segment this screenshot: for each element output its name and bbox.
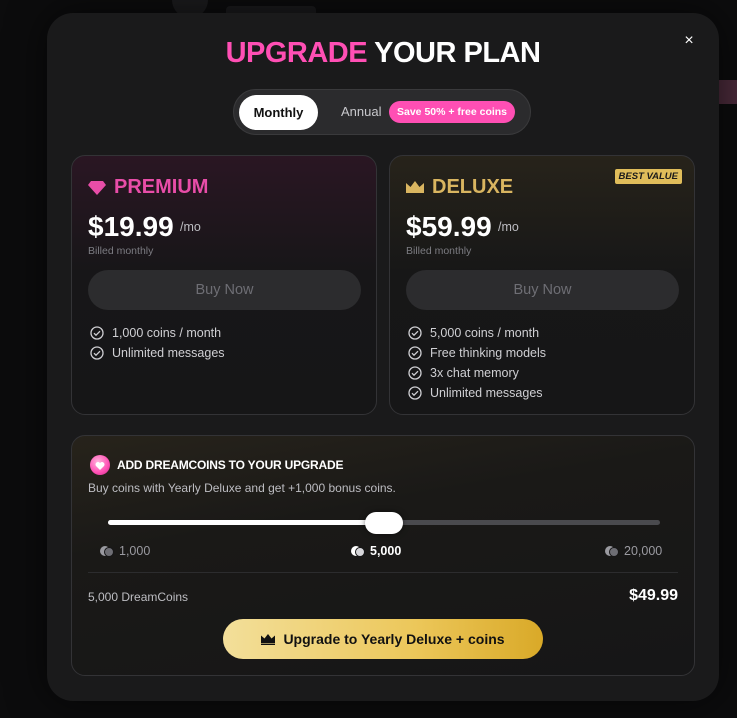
modal-title: UPGRADE YOUR PLAN	[47, 37, 719, 70]
feature-item: Free thinking models	[408, 343, 546, 363]
addon-heading-text: ADD DREAMCOINS TO YOUR UPGRADE	[117, 458, 344, 472]
coins-icon	[605, 546, 619, 557]
selected-coins-price: $49.99	[629, 587, 678, 604]
plan-card-deluxe: BEST VALUE DELUXE $59.99 /mo Billed mont…	[389, 155, 695, 415]
feature-item: Unlimited messages	[90, 343, 225, 363]
feature-item: 1,000 coins / month	[90, 323, 225, 343]
gem-icon	[88, 180, 106, 195]
coin-option-label: 20,000	[624, 544, 663, 558]
feature-text: Unlimited messages	[430, 386, 543, 400]
buy-now-button[interactable]: Buy Now	[406, 270, 679, 310]
heart-coin-icon	[90, 455, 110, 475]
billing-note: Billed monthly	[88, 245, 154, 257]
plan-price: $19.99	[88, 211, 174, 242]
best-value-badge: BEST VALUE	[614, 169, 682, 184]
coins-slider-fill	[108, 520, 384, 525]
plan-period: /mo	[180, 220, 201, 234]
check-circle-icon	[408, 346, 422, 360]
feature-list: 5,000 coins / month Free thinking models…	[408, 323, 546, 403]
buy-now-button[interactable]: Buy Now	[88, 270, 361, 310]
coin-option-20000[interactable]: 20,000	[604, 544, 662, 558]
coin-option-label: 5,000	[370, 544, 402, 558]
annual-save-badge[interactable]: Save 50% + free coins	[389, 101, 516, 123]
feature-list: 1,000 coins / month Unlimited messages	[90, 323, 225, 363]
feature-text: Free thinking models	[430, 346, 547, 360]
addon-heading: ADD DREAMCOINS TO YOUR UPGRADE	[90, 455, 343, 475]
feature-item: 3x chat memory	[408, 363, 546, 383]
divider	[88, 572, 678, 573]
selected-coins-label: 5,000 DreamCoins	[88, 590, 189, 604]
monthly-toggle-button[interactable]: Monthly	[239, 95, 318, 130]
feature-item: Unlimited messages	[408, 383, 546, 403]
upgrade-button-label: Upgrade to Yearly Deluxe + coins	[283, 631, 505, 647]
coins-icon	[100, 546, 114, 557]
crown-icon	[406, 180, 424, 193]
feature-text: 1,000 coins / month	[112, 326, 222, 340]
coins-slider-thumb[interactable]	[365, 512, 403, 534]
upgrade-yearly-deluxe-button[interactable]: Upgrade to Yearly Deluxe + coins	[223, 619, 543, 659]
billing-toggle: Monthly Annual Save 50% + free coins	[233, 89, 531, 135]
feature-text: 3x chat memory	[430, 366, 519, 380]
billing-note: Billed monthly	[406, 245, 472, 257]
plan-name-text: PREMIUM	[114, 176, 209, 198]
coins-icon	[351, 546, 365, 557]
check-circle-icon	[408, 386, 422, 400]
coin-option-5000[interactable]: 5,000	[350, 544, 401, 558]
plan-name-text: DELUXE	[432, 176, 514, 198]
upgrade-modal: × UPGRADE YOUR PLAN Monthly Annual Save …	[47, 13, 719, 701]
coin-option-1000[interactable]: 1,000	[99, 544, 150, 558]
crown-icon	[261, 633, 276, 645]
check-circle-icon	[408, 326, 422, 340]
feature-text: 5,000 coins / month	[430, 326, 540, 340]
plan-period: /mo	[498, 220, 519, 234]
title-accent: UPGRADE	[225, 37, 368, 69]
check-circle-icon	[408, 366, 422, 380]
coin-option-label: 1,000	[119, 544, 151, 558]
dreamcoins-addon-panel: ADD DREAMCOINS TO YOUR UPGRADE Buy coins…	[71, 435, 695, 676]
plan-card-premium: PREMIUM $19.99 /mo Billed monthly Buy No…	[71, 155, 377, 415]
title-rest: YOUR PLAN	[367, 37, 541, 69]
feature-text: Unlimited messages	[112, 346, 225, 360]
plan-name: DELUXE	[406, 176, 513, 199]
plan-name: PREMIUM	[88, 176, 208, 199]
plan-price: $59.99	[406, 211, 492, 242]
addon-subtext: Buy coins with Yearly Deluxe and get +1,…	[88, 481, 396, 495]
check-circle-icon	[90, 346, 104, 360]
feature-item: 5,000 coins / month	[408, 323, 546, 343]
annual-toggle-button[interactable]: Annual	[341, 104, 381, 119]
check-circle-icon	[90, 326, 104, 340]
